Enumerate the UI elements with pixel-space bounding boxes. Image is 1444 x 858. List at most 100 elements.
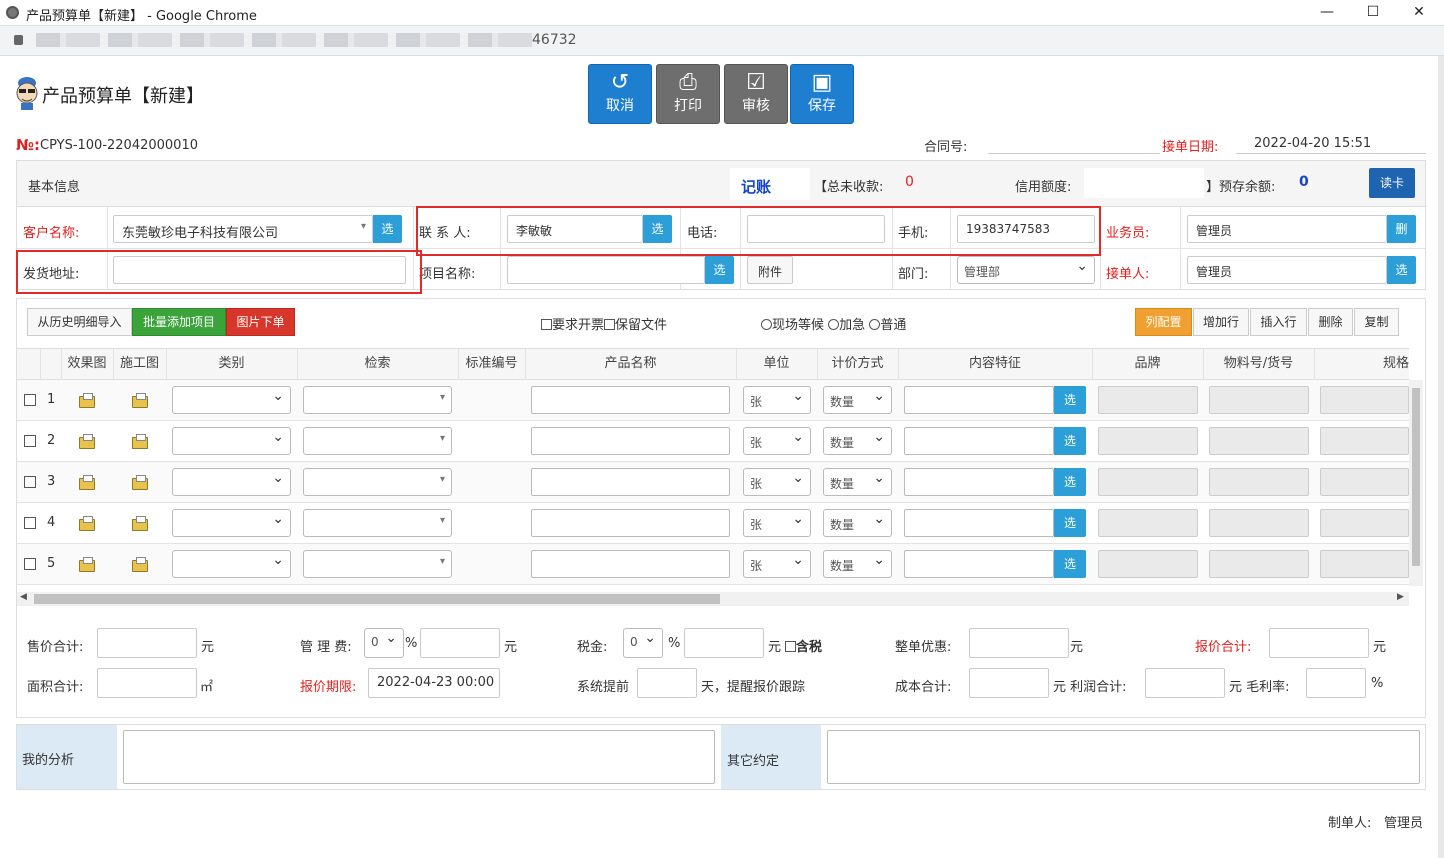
category-select[interactable]: [172, 509, 291, 537]
read-card-button[interactable]: 读卡: [1369, 168, 1415, 198]
product-name-input[interactable]: [531, 427, 730, 455]
mgmt-fee-select[interactable]: 0: [364, 628, 404, 658]
insert-row-button[interactable]: 插入行: [1250, 308, 1307, 336]
price-total-input[interactable]: [97, 628, 197, 658]
pricing-select[interactable]: 数量: [823, 550, 892, 578]
bookkeep-link[interactable]: 记账: [741, 176, 771, 197]
scroll-right-icon[interactable]: ▶: [1397, 592, 1404, 602]
contract-field[interactable]: [988, 153, 1160, 154]
quote-deadline-input[interactable]: 2022-04-23 00:00: [368, 668, 500, 698]
maximize-button[interactable]: ☐: [1350, 0, 1396, 26]
features-input[interactable]: [904, 386, 1054, 414]
search-select[interactable]: [303, 509, 452, 537]
area-total-input[interactable]: [97, 668, 197, 698]
delete-row-button[interactable]: 删除: [1308, 308, 1353, 336]
category-select[interactable]: [172, 550, 291, 578]
effect-image-upload-icon[interactable]: [79, 434, 95, 449]
tax-select[interactable]: 0: [623, 628, 663, 658]
cost-total-input[interactable]: [969, 668, 1049, 698]
customer-select-button[interactable]: 选: [373, 215, 402, 243]
project-input[interactable]: [507, 256, 705, 284]
order-date-value[interactable]: 2022-04-20 15:51: [1254, 136, 1371, 151]
pricing-select[interactable]: 数量: [823, 509, 892, 537]
search-select[interactable]: [303, 427, 452, 455]
construction-image-upload-icon[interactable]: [132, 434, 148, 449]
save-button[interactable]: ▣ 保存: [790, 64, 854, 124]
pricing-select[interactable]: 数量: [823, 468, 892, 496]
column-config-button[interactable]: 列配置: [1135, 308, 1192, 336]
row-checkbox[interactable]: [24, 558, 36, 570]
construction-image-upload-icon[interactable]: [132, 393, 148, 408]
search-select[interactable]: [303, 468, 452, 496]
urgency-onsite-radio[interactable]: [761, 319, 772, 330]
row-checkbox[interactable]: [24, 394, 36, 406]
unit-select[interactable]: 张: [743, 468, 811, 496]
receiver-select-button[interactable]: 选: [1387, 256, 1416, 284]
batch-add-button[interactable]: 批量添加项目: [132, 308, 226, 336]
row-checkbox[interactable]: [24, 435, 36, 447]
product-name-input[interactable]: [531, 509, 730, 537]
remind-days-input[interactable]: [637, 668, 697, 698]
unit-select[interactable]: 张: [743, 386, 811, 414]
add-row-button[interactable]: 增加行: [1193, 308, 1249, 336]
features-input[interactable]: [904, 468, 1054, 496]
category-select[interactable]: [172, 386, 291, 414]
pricing-select[interactable]: 数量: [823, 427, 892, 455]
audit-button[interactable]: ☑ 审核: [724, 64, 788, 124]
construction-image-upload-icon[interactable]: [132, 557, 148, 572]
discount-input[interactable]: [969, 628, 1069, 658]
unit-select[interactable]: 张: [743, 427, 811, 455]
pricing-select[interactable]: 数量: [823, 386, 892, 414]
salesman-input[interactable]: 管理员: [1187, 215, 1387, 243]
features-input[interactable]: [904, 427, 1054, 455]
salesman-delete-button[interactable]: 删: [1387, 215, 1416, 243]
features-select-button[interactable]: 选: [1054, 427, 1086, 455]
unit-select[interactable]: 张: [743, 550, 811, 578]
effect-image-upload-icon[interactable]: [79, 557, 95, 572]
effect-image-upload-icon[interactable]: [79, 516, 95, 531]
minimize-button[interactable]: —: [1304, 0, 1350, 26]
customer-select[interactable]: 东莞敏珍电子科技有限公司: [113, 215, 373, 243]
close-window-button[interactable]: ✕: [1396, 0, 1442, 26]
other-terms-textarea[interactable]: [827, 730, 1420, 784]
construction-image-upload-icon[interactable]: [132, 475, 148, 490]
quote-total-input[interactable]: [1269, 628, 1369, 658]
tax-input[interactable]: [684, 628, 764, 658]
row-checkbox[interactable]: [24, 517, 36, 529]
product-name-input[interactable]: [531, 468, 730, 496]
urgency-rush-radio[interactable]: [828, 319, 840, 330]
row-checkbox[interactable]: [24, 476, 36, 488]
vertical-scrollbar[interactable]: [1409, 380, 1423, 586]
search-select[interactable]: [303, 386, 452, 414]
image-order-button[interactable]: 图片下单: [226, 308, 295, 336]
category-select[interactable]: [172, 468, 291, 496]
features-select-button[interactable]: 选: [1054, 468, 1086, 496]
unit-select[interactable]: 张: [743, 509, 811, 537]
copy-row-button[interactable]: 复制: [1354, 308, 1399, 336]
features-input[interactable]: [904, 509, 1054, 537]
mgmt-fee-input[interactable]: [420, 628, 500, 658]
product-name-input[interactable]: [531, 550, 730, 578]
attachment-button[interactable]: 附件: [747, 256, 793, 284]
keep-file-checkbox[interactable]: [604, 319, 616, 330]
search-select[interactable]: [303, 550, 452, 578]
project-select-button[interactable]: 选: [705, 256, 734, 284]
features-select-button[interactable]: 选: [1054, 509, 1086, 537]
scroll-left-icon[interactable]: ◀: [20, 592, 27, 602]
address-bar[interactable]: 46732: [0, 26, 1444, 56]
urgency-normal-radio[interactable]: [869, 319, 881, 330]
receiver-input[interactable]: 管理员: [1187, 256, 1387, 284]
horizontal-scrollbar[interactable]: ◀ ▶: [17, 592, 1409, 606]
tax-included-checkbox[interactable]: [785, 641, 796, 652]
effect-image-upload-icon[interactable]: [79, 393, 95, 408]
features-input[interactable]: [904, 550, 1054, 578]
profit-total-input[interactable]: [1145, 668, 1225, 698]
category-select[interactable]: [172, 427, 291, 455]
dept-select[interactable]: 管理部: [957, 256, 1095, 284]
effect-image-upload-icon[interactable]: [79, 475, 95, 490]
features-select-button[interactable]: 选: [1054, 550, 1086, 578]
import-history-button[interactable]: 从历史明细导入: [27, 308, 132, 336]
print-button[interactable]: ⎙ 打印: [656, 64, 720, 124]
product-name-input[interactable]: [531, 386, 730, 414]
margin-input[interactable]: [1306, 668, 1366, 698]
